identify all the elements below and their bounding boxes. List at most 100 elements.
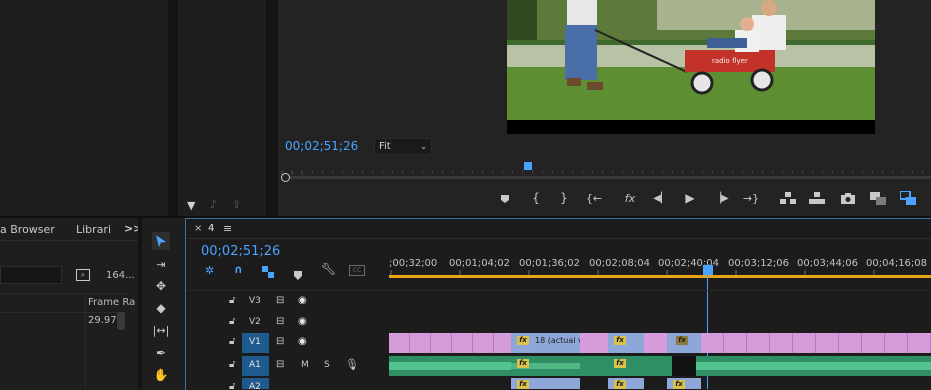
- timeline-marker-icon[interactable]: [294, 265, 302, 284]
- comparison-view-icon[interactable]: [869, 190, 887, 206]
- track-label-v3[interactable]: V3: [249, 296, 261, 306]
- mute-button[interactable]: M: [301, 360, 309, 370]
- add-marker-icon[interactable]: [498, 192, 512, 206]
- step-back-icon[interactable]: ◀▏: [653, 191, 669, 205]
- eye-icon[interactable]: ◉: [298, 295, 307, 306]
- track-header-v3: 🔓︎ V3 ⊟ ◉: [187, 292, 389, 312]
- project-search-input[interactable]: [0, 266, 62, 284]
- monitor-scrubber-track[interactable]: [283, 176, 931, 179]
- audio-clip-a2[interactable]: fx: [667, 378, 701, 389]
- audio-clip[interactable]: [696, 356, 931, 376]
- monitor-time-ruler[interactable]: [280, 160, 931, 175]
- camera-icon[interactable]: [840, 191, 856, 205]
- track-label-v1[interactable]: V1: [249, 337, 261, 347]
- lock-icon[interactable]: 🔓︎: [229, 336, 235, 347]
- item-count: 164...: [106, 270, 135, 281]
- program-video-frame[interactable]: radio flyer: [507, 0, 875, 134]
- extract-icon[interactable]: [808, 190, 826, 206]
- sync-lock-icon[interactable]: ⊟: [276, 316, 284, 327]
- fx-badge: fx: [676, 336, 688, 345]
- track-header-v2: 🔓︎ V2 ⊟ ◉: [187, 313, 389, 333]
- selection-tool-icon[interactable]: [152, 232, 170, 250]
- lift-icon[interactable]: [779, 190, 797, 206]
- sync-lock-icon[interactable]: ⊟: [276, 295, 284, 306]
- audio-clip[interactable]: [644, 356, 672, 376]
- hand-tool-icon[interactable]: ✋: [152, 366, 170, 384]
- solo-button[interactable]: S: [324, 360, 330, 370]
- lock-icon[interactable]: 🔓︎: [229, 295, 235, 306]
- panel-divider-vertical[interactable]: [168, 0, 178, 216]
- fx-badge: fx: [614, 336, 626, 345]
- video-clip[interactable]: [389, 333, 511, 353]
- magnet-icon[interactable]: ∩: [234, 263, 243, 276]
- mark-out-icon[interactable]: }: [557, 191, 571, 205]
- lock-icon[interactable]: 🔓︎: [229, 316, 235, 327]
- wagon-brand-text: radio flyer: [712, 57, 748, 65]
- proxy-toggle-icon[interactable]: [899, 190, 917, 206]
- fx-badge: fx: [517, 336, 529, 345]
- pen-tool-icon[interactable]: ✒: [152, 344, 170, 362]
- lock-icon[interactable]: 🔓︎: [229, 381, 235, 389]
- video-clip[interactable]: [701, 333, 931, 353]
- step-forward-icon[interactable]: ▕▶: [713, 191, 729, 205]
- track-label-v2[interactable]: V2: [249, 317, 261, 327]
- audio-clip[interactable]: fx: [608, 356, 644, 376]
- go-to-in-icon[interactable]: {←: [585, 191, 603, 205]
- video-clip[interactable]: fx: [608, 333, 644, 353]
- timeline-tab-underline: [187, 238, 931, 239]
- audio-clip-a2[interactable]: fx: [608, 378, 644, 389]
- lock-icon[interactable]: 🔓︎: [229, 359, 235, 370]
- microphone-icon[interactable]: 🎙︎: [345, 358, 359, 371]
- mark-in-icon[interactable]: {: [529, 191, 543, 205]
- wrench-icon[interactable]: 🔧︎: [321, 262, 336, 276]
- tab-libraries[interactable]: Librari: [76, 223, 111, 236]
- column-frame-rate-header[interactable]: Frame Ra: [88, 297, 135, 308]
- audio-clip-a2[interactable]: fx: [511, 378, 580, 389]
- audio-gap: [672, 356, 696, 376]
- ruler-tick-label: 00;01;36;02: [519, 258, 581, 269]
- audio-clip[interactable]: [389, 356, 511, 376]
- program-timecode[interactable]: 00;02;51;26: [285, 139, 358, 153]
- play-icon[interactable]: ▶: [683, 191, 697, 205]
- sequence-tab-label[interactable]: 4: [208, 223, 214, 234]
- razor-tool-icon[interactable]: ◆: [152, 299, 170, 317]
- tab-media-browser[interactable]: a Browser: [0, 223, 55, 236]
- captions-icon[interactable]: CC: [349, 265, 365, 276]
- sync-lock-icon[interactable]: ⊟: [276, 336, 284, 347]
- video-clip[interactable]: fx: [667, 333, 701, 353]
- work-area-bar[interactable]: [389, 275, 931, 278]
- fit-select-value: Fit: [379, 141, 391, 152]
- fx-icon[interactable]: fx: [623, 191, 637, 205]
- track-label-a2[interactable]: A2: [249, 382, 261, 389]
- sync-lock-icon[interactable]: ⊟: [276, 359, 284, 370]
- fx-badge: fx: [614, 380, 626, 389]
- playhead-marker[interactable]: [524, 162, 532, 170]
- track-select-tool-icon[interactable]: ⇥: [152, 255, 170, 273]
- fx-badge: fx: [614, 359, 626, 368]
- eye-icon[interactable]: ◉: [298, 336, 307, 347]
- video-clip-selected[interactable]: fx 18 (actual vi: [511, 333, 585, 353]
- audio-clip[interactable]: [580, 356, 608, 376]
- filter-icon[interactable]: ▼: [187, 199, 199, 212]
- project-scrollbar[interactable]: [117, 312, 125, 330]
- snap-icon[interactable]: ✲: [205, 264, 214, 277]
- fit-select[interactable]: Fit ⌄: [374, 138, 432, 155]
- timeline-playhead-handle[interactable]: [703, 265, 713, 275]
- menu-icon[interactable]: ≡: [223, 222, 232, 235]
- slip-tool-icon[interactable]: |↔|: [152, 321, 170, 339]
- track-header-a2: 🔓︎ A2: [187, 378, 389, 389]
- new-bin-icon[interactable]: ⌕: [76, 269, 90, 281]
- audio-clip[interactable]: fx: [511, 356, 580, 376]
- ruler-tick-label: 00;03;12;06: [728, 258, 790, 269]
- ruler-ticks: [281, 170, 931, 175]
- timeline-timecode[interactable]: 00;02;51;26: [201, 244, 280, 259]
- video-clip[interactable]: [580, 333, 608, 353]
- scrubber-start-handle[interactable]: [281, 173, 290, 182]
- track-label-a1[interactable]: A1: [249, 360, 261, 370]
- close-icon[interactable]: ×: [194, 223, 202, 234]
- video-clip[interactable]: [644, 333, 667, 353]
- ripple-edit-tool-icon[interactable]: ✥: [152, 277, 170, 295]
- eye-icon[interactable]: ◉: [298, 316, 307, 327]
- linked-selection-icon[interactable]: [262, 263, 274, 278]
- go-to-out-icon[interactable]: →}: [742, 191, 760, 205]
